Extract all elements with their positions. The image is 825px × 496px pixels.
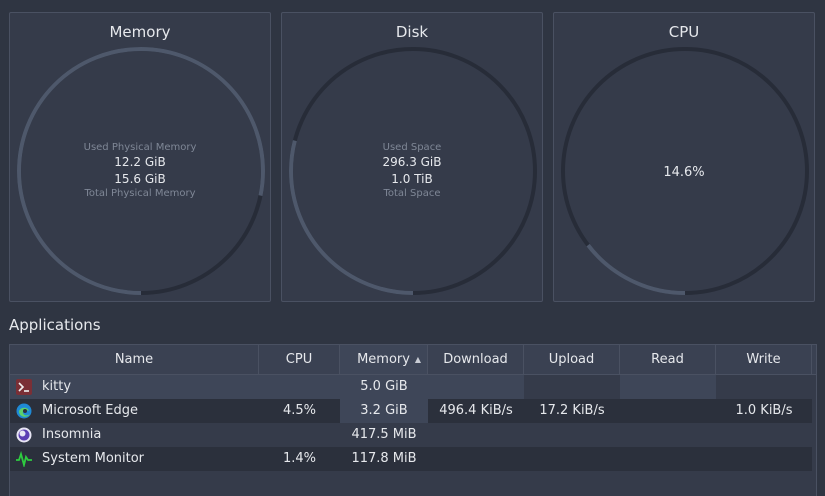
column-header-memory-label: Memory bbox=[357, 352, 410, 367]
app-name: Insomnia bbox=[42, 427, 102, 442]
cell-memory: 5.0 GiB bbox=[340, 375, 428, 399]
column-header-cpu[interactable]: CPU bbox=[259, 345, 340, 374]
cpu-gauge bbox=[561, 47, 809, 295]
cell-cpu bbox=[259, 423, 340, 447]
total-space-label: Total Space bbox=[383, 188, 441, 199]
total-memory-value: 15.6 GiB bbox=[114, 172, 166, 186]
cell-write: 1.0 KiB/s bbox=[735, 403, 793, 418]
insomnia-icon bbox=[16, 427, 32, 443]
cell-memory: 417.5 MiB bbox=[351, 427, 417, 442]
sort-ascending-icon: ▲ bbox=[414, 355, 421, 364]
used-space-value: 296.3 GiB bbox=[382, 155, 442, 169]
cell-download: 496.4 KiB/s bbox=[439, 403, 513, 418]
total-memory-label: Total Physical Memory bbox=[84, 188, 196, 199]
kitty-terminal-icon bbox=[16, 379, 32, 395]
used-space-label: Used Space bbox=[382, 142, 442, 153]
cell-cpu: 1.4% bbox=[282, 451, 317, 466]
applications-title: Applications bbox=[9, 316, 101, 334]
column-header-upload[interactable]: Upload bbox=[524, 345, 620, 374]
cell-cpu: 4.5% bbox=[282, 403, 317, 418]
cell-memory: 3.2 GiB bbox=[360, 403, 408, 418]
column-header-read[interactable]: Read bbox=[620, 345, 716, 374]
app-name: System Monitor bbox=[42, 451, 145, 466]
cell-read bbox=[620, 399, 716, 423]
column-header-name[interactable]: Name bbox=[10, 345, 259, 374]
used-memory-label: Used Physical Memory bbox=[83, 142, 197, 153]
cell-name: kitty bbox=[10, 375, 259, 399]
system-monitor-icon bbox=[16, 451, 32, 467]
total-space-value: 1.0 TiB bbox=[391, 172, 433, 186]
cell-name: System Monitor bbox=[10, 447, 259, 471]
table-header: Name CPU Memory ▲ Download Upload Read W… bbox=[10, 345, 816, 375]
microsoft-edge-icon bbox=[16, 403, 32, 419]
column-header-memory[interactable]: Memory ▲ bbox=[340, 345, 428, 374]
cpu-card: CPU 14.6% bbox=[553, 12, 815, 302]
cell-name: Microsoft Edge bbox=[10, 399, 259, 423]
memory-card: Memory Used Physical Memory 12.2 GiB 15.… bbox=[9, 12, 271, 302]
memory-title: Memory bbox=[109, 23, 171, 41]
app-name: Microsoft Edge bbox=[42, 403, 139, 418]
table-row[interactable]: Microsoft Edge 4.5% 3.2 GiB 496.4 KiB/s … bbox=[10, 399, 812, 423]
cpu-usage-value: 14.6% bbox=[663, 165, 705, 180]
disk-card: Disk Used Space 296.3 GiB 1.0 TiB Total … bbox=[281, 12, 543, 302]
table-row[interactable]: 5.0 GiB kitty bbox=[10, 375, 812, 399]
cell-name: Insomnia bbox=[10, 423, 259, 447]
cell-memory: 117.8 MiB bbox=[351, 451, 417, 466]
used-memory-value: 12.2 GiB bbox=[114, 155, 166, 169]
column-header-write[interactable]: Write bbox=[716, 345, 812, 374]
app-name: kitty bbox=[42, 379, 72, 394]
cpu-title: CPU bbox=[668, 23, 700, 41]
disk-title: Disk bbox=[395, 23, 429, 41]
column-header-download[interactable]: Download bbox=[428, 345, 524, 374]
table-row[interactable]: Insomnia 417.5 MiB bbox=[10, 423, 812, 447]
table-row[interactable]: System Monitor 1.4% 117.8 MiB bbox=[10, 447, 812, 471]
applications-table: Name CPU Memory ▲ Download Upload Read W… bbox=[9, 344, 817, 496]
cell-upload: 17.2 KiB/s bbox=[539, 403, 605, 418]
